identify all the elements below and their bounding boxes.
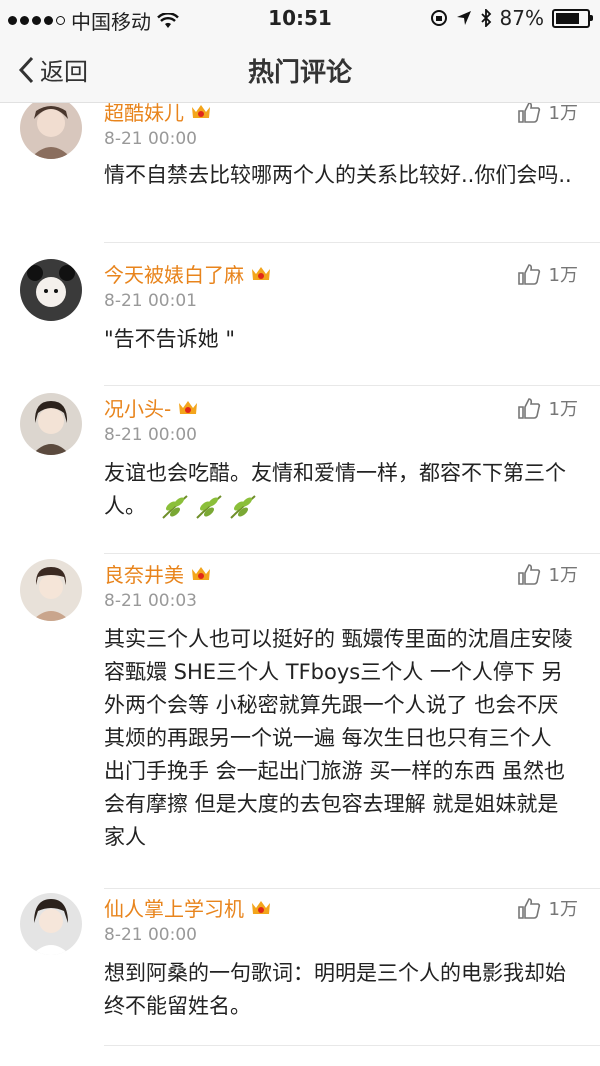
- thumbs-up-icon: [517, 898, 540, 919]
- comment-text: 其实三个人也可以挺好的 甄嬛传里面的沈眉庄安陵容甄嬛 SHE三个人 TFboys…: [104, 627, 573, 849]
- comment-text: 情不自禁去比较哪两个人的关系比较好..你们会吗..: [104, 163, 572, 187]
- like-count: 1万: [548, 103, 578, 124]
- user-name[interactable]: 今天被婊白了麻: [104, 259, 244, 288]
- like-button[interactable]: 1万: [517, 103, 578, 125]
- avatar[interactable]: [20, 259, 82, 321]
- bluetooth-icon: [480, 9, 491, 27]
- comment-date: 8-21 00:01: [104, 291, 197, 311]
- comment-item: 况小头- 8-21 00:00 1万 友谊也会吃醋。友情和爱情一样，都容不下第三…: [0, 393, 600, 554]
- location-icon: [456, 11, 471, 25]
- vip-badge-icon: [252, 266, 270, 280]
- thumbs-up-icon: [517, 103, 540, 123]
- vip-badge-icon: [252, 900, 270, 914]
- like-button[interactable]: 1万: [517, 261, 578, 287]
- comment-item: 超酷妹儿 8-21 00:00 1万 情不自禁去比较哪两个人的关系比较好..你们…: [0, 103, 600, 243]
- page-title: 热门评论: [247, 58, 352, 88]
- user-name-row: 超酷妹儿: [104, 103, 212, 126]
- avatar[interactable]: [20, 559, 82, 621]
- like-count: 1万: [548, 565, 578, 586]
- rotation-lock-icon: [430, 10, 447, 26]
- avatar[interactable]: [20, 103, 82, 159]
- like-button[interactable]: 1万: [517, 895, 578, 921]
- vip-badge-icon: [192, 104, 210, 118]
- comment-date: 8-21 00:00: [104, 925, 197, 945]
- divider: [104, 1045, 600, 1046]
- user-name-row: 良奈井美: [104, 559, 212, 588]
- user-name[interactable]: 良奈井美: [104, 559, 184, 588]
- thumbs-up-icon: [517, 264, 540, 285]
- like-count: 1万: [548, 899, 578, 920]
- comment-item: 良奈井美 8-21 00:03 1万 其实三个人也可以挺好的 甄嬛传里面的沈眉庄…: [0, 559, 600, 889]
- battery-icon: [552, 8, 593, 28]
- battery-percent: 87%: [499, 6, 544, 30]
- user-name-row: 仙人掌上学习机: [104, 893, 272, 922]
- comment-list[interactable]: 超酷妹儿 8-21 00:00 1万 情不自禁去比较哪两个人的关系比较好..你们…: [0, 103, 600, 1066]
- like-count: 1万: [548, 399, 578, 420]
- like-button[interactable]: 1万: [517, 561, 578, 587]
- like-button[interactable]: 1万: [517, 395, 578, 421]
- comment-text: 友谊也会吃醋。友情和爱情一样，都容不下第三个人。: [104, 457, 574, 523]
- comment-text: "告不告诉她 ": [104, 327, 235, 351]
- status-right: 87%: [430, 6, 593, 30]
- divider: [104, 385, 600, 386]
- comment-item: 仙人掌上学习机 8-21 00:00 1万 想到阿桑的一句歌词：明明是三个人的电…: [0, 893, 600, 1053]
- comment-date: 8-21 00:00: [104, 425, 197, 445]
- nav-bar: 返回 热门评论: [0, 34, 600, 103]
- like-count: 1万: [548, 265, 578, 286]
- comment-date: 8-21 00:03: [104, 591, 197, 611]
- divider: [104, 242, 600, 243]
- vip-badge-icon: [179, 400, 198, 414]
- divider: [104, 888, 600, 889]
- divider: [104, 553, 600, 554]
- user-name-row: 况小头-: [104, 393, 199, 422]
- thumbs-up-icon: [517, 564, 540, 585]
- avatar[interactable]: [20, 893, 82, 955]
- comment-date: 8-21 00:00: [104, 129, 197, 149]
- thumbs-up-icon: [517, 398, 540, 419]
- user-name[interactable]: 超酷妹儿: [104, 103, 184, 126]
- avatar[interactable]: [20, 393, 82, 455]
- comment-item: 今天被婊白了麻 8-21 00:01 1万 "告不告诉她 ": [0, 259, 600, 386]
- user-name[interactable]: 仙人掌上学习机: [104, 893, 244, 922]
- vip-badge-icon: [192, 566, 210, 580]
- user-name[interactable]: 况小头-: [104, 393, 171, 422]
- user-name-row: 今天被婊白了麻: [104, 259, 272, 288]
- leaf-emoji-icon: [161, 494, 257, 520]
- comment-text: 想到阿桑的一句歌词：明明是三个人的电影我却始终不能留姓名。: [104, 961, 566, 1018]
- status-bar: 中国移动 10:51 87%: [0, 0, 600, 34]
